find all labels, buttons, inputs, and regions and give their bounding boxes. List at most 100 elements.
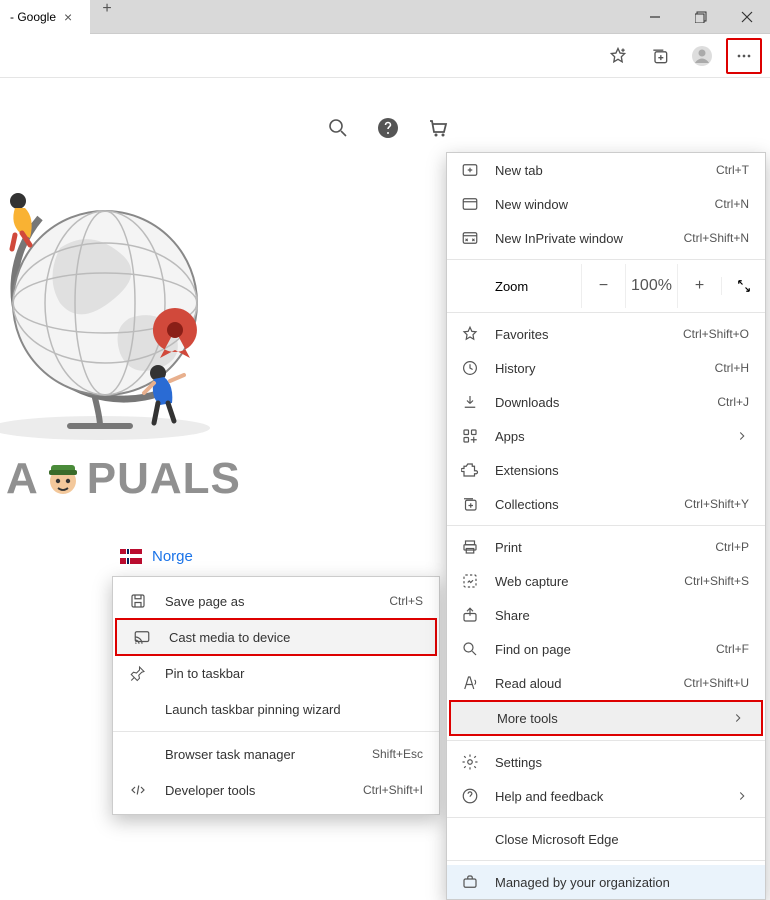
history-icon xyxy=(461,359,479,377)
submenu-label: Cast media to device xyxy=(169,630,290,645)
profile-button[interactable] xyxy=(684,38,720,74)
profile-icon xyxy=(690,44,714,68)
menu-shortcut: Ctrl+Shift+S xyxy=(684,574,749,588)
favorites-button[interactable] xyxy=(600,38,636,74)
pin-icon xyxy=(129,664,147,682)
submenu-launch-pinning-wizard[interactable]: Launch taskbar pinning wizard xyxy=(113,691,439,727)
menu-label: Share xyxy=(495,608,530,623)
menu-collections[interactable]: Collections Ctrl+Shift+Y xyxy=(447,487,765,521)
chevron-right-icon xyxy=(735,789,749,803)
menu-label: Print xyxy=(495,540,522,555)
page-content: A PUALS Norge Save page as Ctrl+S Cast m… xyxy=(0,78,770,788)
menu-apps[interactable]: Apps xyxy=(447,419,765,453)
submenu-developer-tools[interactable]: Developer tools Ctrl+Shift+I xyxy=(113,772,439,808)
find-icon xyxy=(461,640,479,658)
cast-icon xyxy=(133,628,151,646)
menu-shortcut: Ctrl+Shift+U xyxy=(684,676,749,690)
menu-share[interactable]: Share xyxy=(447,598,765,632)
menu-label: Apps xyxy=(495,429,525,444)
menu-shortcut: Ctrl+H xyxy=(715,361,749,375)
submenu-task-manager[interactable]: Browser task manager Shift+Esc xyxy=(113,736,439,772)
menu-shortcut: Ctrl+Shift+Y xyxy=(684,497,749,511)
menu-downloads[interactable]: Downloads Ctrl+J xyxy=(447,385,765,419)
star-icon xyxy=(461,325,479,343)
menu-label: Extensions xyxy=(495,463,559,478)
collections-icon xyxy=(461,495,479,513)
menu-separator xyxy=(447,860,765,861)
zoom-in-button[interactable]: + xyxy=(677,264,721,308)
locale-label: Norge xyxy=(152,548,193,565)
menu-web-capture[interactable]: Web capture Ctrl+Shift+S xyxy=(447,564,765,598)
chevron-right-icon xyxy=(735,429,749,443)
more-menu-button[interactable] xyxy=(726,38,762,74)
zoom-out-button[interactable]: − xyxy=(581,264,625,308)
submenu-pin-taskbar[interactable]: Pin to taskbar xyxy=(113,655,439,691)
menu-print[interactable]: Print Ctrl+P xyxy=(447,530,765,564)
fullscreen-button[interactable] xyxy=(721,277,765,295)
spacer-icon xyxy=(129,745,147,763)
submenu-cast-media[interactable]: Cast media to device xyxy=(115,618,437,656)
menu-label: Managed by your organization xyxy=(495,875,670,890)
extensions-icon xyxy=(461,461,479,479)
zoom-label: Zoom xyxy=(495,279,581,294)
cart-icon[interactable] xyxy=(426,116,450,140)
menu-new-tab[interactable]: New tab Ctrl+T xyxy=(447,153,765,187)
menu-new-inprivate[interactable]: New InPrivate window Ctrl+Shift+N xyxy=(447,221,765,255)
devtools-icon xyxy=(129,781,147,799)
new-tab-button[interactable]: + xyxy=(90,0,124,18)
settings-icon xyxy=(461,753,479,771)
menu-new-window[interactable]: New window Ctrl+N xyxy=(447,187,765,221)
menu-favorites[interactable]: Favorites Ctrl+Shift+O xyxy=(447,317,765,351)
menu-close-edge[interactable]: Close Microsoft Edge xyxy=(447,822,765,856)
maximize-button[interactable] xyxy=(678,0,724,34)
menu-help-feedback[interactable]: Help and feedback xyxy=(447,779,765,813)
spacer-icon xyxy=(129,700,147,718)
menu-separator xyxy=(447,817,765,818)
menu-settings[interactable]: Settings xyxy=(447,745,765,779)
submenu-shortcut: Ctrl+Shift+I xyxy=(363,783,423,797)
collections-button[interactable] xyxy=(642,38,678,74)
fullscreen-icon xyxy=(735,277,753,295)
window-icon xyxy=(461,195,479,213)
help-icon xyxy=(461,787,479,805)
search-icon[interactable] xyxy=(326,116,350,140)
menu-zoom-row: Zoom − 100% + xyxy=(447,264,765,308)
submenu-separator xyxy=(113,731,439,732)
page-action-bar xyxy=(326,116,450,140)
menu-label: More tools xyxy=(497,711,558,726)
browser-tab[interactable]: - Google × xyxy=(0,0,90,34)
inprivate-icon xyxy=(461,229,479,247)
spacer-icon xyxy=(461,830,479,848)
menu-label: Help and feedback xyxy=(495,789,603,804)
menu-read-aloud[interactable]: Read aloud Ctrl+Shift+U xyxy=(447,666,765,700)
submenu-label: Pin to taskbar xyxy=(165,666,245,681)
menu-history[interactable]: History Ctrl+H xyxy=(447,351,765,385)
menu-label: Find on page xyxy=(495,642,571,657)
help-icon[interactable] xyxy=(376,116,400,140)
read-aloud-icon xyxy=(461,674,479,692)
save-icon xyxy=(129,592,147,610)
submenu-label: Browser task manager xyxy=(165,747,295,762)
apps-icon xyxy=(461,427,479,445)
submenu-save-page-as[interactable]: Save page as Ctrl+S xyxy=(113,583,439,619)
menu-more-tools[interactable]: More tools xyxy=(449,700,763,736)
menu-label: New window xyxy=(495,197,568,212)
menu-shortcut: Ctrl+Shift+N xyxy=(684,231,749,245)
menu-extensions[interactable]: Extensions xyxy=(447,453,765,487)
menu-label: Downloads xyxy=(495,395,559,410)
close-window-button[interactable] xyxy=(724,0,770,34)
print-icon xyxy=(461,538,479,556)
menu-label: Close Microsoft Edge xyxy=(495,832,619,847)
menu-separator xyxy=(447,312,765,313)
menu-separator xyxy=(447,525,765,526)
locale-link[interactable]: Norge xyxy=(120,548,193,565)
close-tab-icon[interactable]: × xyxy=(64,9,72,25)
minimize-button[interactable] xyxy=(632,0,678,34)
menu-separator xyxy=(447,740,765,741)
submenu-label: Launch taskbar pinning wizard xyxy=(165,702,341,717)
menu-find-on-page[interactable]: Find on page Ctrl+F xyxy=(447,632,765,666)
zoom-value: 100% xyxy=(625,264,677,308)
submenu-shortcut: Ctrl+S xyxy=(389,594,423,608)
menu-label: Favorites xyxy=(495,327,548,342)
menu-managed-org[interactable]: Managed by your organization xyxy=(447,865,765,899)
